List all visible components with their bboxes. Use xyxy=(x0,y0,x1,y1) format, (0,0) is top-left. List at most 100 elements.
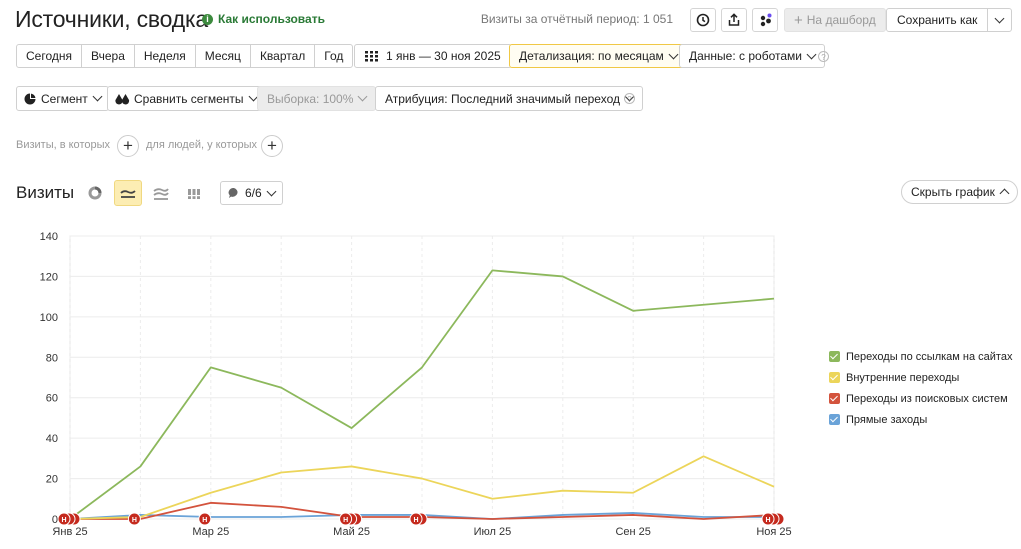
data-robots-dropdown[interactable]: Данные: с роботами xyxy=(679,44,825,68)
period-button[interactable]: Месяц xyxy=(194,44,251,68)
legend-item[interactable]: Внутренние переходы xyxy=(829,367,1012,388)
segment-label: Сегмент xyxy=(41,91,88,106)
x-tick-label: Янв 25 xyxy=(52,526,87,538)
legend-label: Переходы из поисковых систем xyxy=(846,392,1008,405)
chat-bubble-icon xyxy=(228,187,238,198)
chart-type-line[interactable] xyxy=(114,180,142,206)
x-tick-label: Мар 25 xyxy=(192,526,229,538)
add-to-dashboard-button[interactable]: + На дашборд xyxy=(784,8,886,32)
series-selector[interactable]: 6/6 xyxy=(220,181,283,205)
pie-segment-icon xyxy=(24,93,36,104)
attribution-dropdown[interactable]: Атрибуция: Последний значимый переход xyxy=(375,86,643,111)
compare-segments-dropdown[interactable]: Сравнить сегменты xyxy=(107,86,265,111)
annotation-marker-label: Н xyxy=(343,517,348,524)
annotation-marker-label: Н xyxy=(61,517,66,524)
legend-label: Переходы по ссылкам на сайтах xyxy=(846,350,1013,363)
line-chart-icon xyxy=(120,190,136,198)
visits-line-chart: 0 20 40 60 80 100 120 140 Янв 25 Мар 25 Май 25 Июл … xyxy=(40,231,792,538)
annotation-marker-label: Н xyxy=(413,517,418,524)
chevron-down-icon xyxy=(357,91,368,102)
donut-chart-icon xyxy=(88,186,102,200)
page-title: Источники, сводка xyxy=(15,6,208,32)
detail-dropdown[interactable]: Детализация: по месяцам xyxy=(509,44,687,68)
annotation-marker-label: Н xyxy=(202,517,207,524)
detail-label: Детализация: по месяцам xyxy=(519,49,664,63)
legend-checkbox[interactable] xyxy=(829,414,840,425)
series-counter: 6/6 xyxy=(245,186,262,200)
sample-dropdown[interactable]: Выборка: 100% xyxy=(257,86,377,111)
x-tick-label: Ноя 25 xyxy=(756,526,791,538)
save-as-dropdown[interactable] xyxy=(987,8,1013,32)
x-tick-label: Июл 25 xyxy=(474,526,512,538)
y-tick-label: 120 xyxy=(40,271,58,283)
legend-checkbox[interactable] xyxy=(829,393,840,404)
chevron-down-icon xyxy=(266,186,277,196)
chart-legend: Переходы по ссылкам на сайтах Внутренние … xyxy=(829,346,1012,430)
history-button[interactable] xyxy=(690,8,716,32)
attribution-label: Атрибуция: Последний значимый переход xyxy=(385,91,620,106)
period-button[interactable]: Неделя xyxy=(133,44,196,68)
date-range-picker[interactable]: 1 янв — 30 ноя 2025 xyxy=(354,44,512,68)
add-visits-filter-button[interactable]: + xyxy=(117,135,139,157)
legend-item[interactable]: Переходы из поисковых систем xyxy=(829,388,1012,409)
clock-icon xyxy=(696,13,710,27)
assistant-icon xyxy=(760,13,772,27)
chart-type-pie[interactable] xyxy=(81,180,109,206)
chevron-up-icon xyxy=(999,188,1010,199)
period-button[interactable]: Квартал xyxy=(249,44,316,68)
chevron-down-icon xyxy=(806,49,817,59)
add-to-dashboard-label: На дашборд xyxy=(806,13,876,27)
sample-label: Выборка: 100% xyxy=(267,91,354,106)
annotation-marker-label: Н xyxy=(132,517,137,524)
help-icon[interactable]: ? xyxy=(624,93,635,104)
y-tick-label: 60 xyxy=(46,393,58,405)
info-icon: i xyxy=(202,13,213,25)
legend-checkbox[interactable] xyxy=(829,372,840,383)
bar-chart-icon xyxy=(188,188,200,199)
export-button[interactable] xyxy=(721,8,747,32)
hide-chart-label: Скрыть график xyxy=(911,185,995,199)
legend-item[interactable]: Переходы по ссылкам на сайтах xyxy=(829,346,1012,367)
chart-title: Визиты xyxy=(16,183,75,202)
area-chart-icon xyxy=(153,187,169,200)
y-tick-label: 80 xyxy=(46,352,58,364)
y-tick-label: 100 xyxy=(40,312,58,324)
hide-chart-button[interactable]: Скрыть график xyxy=(901,180,1018,204)
x-tick-label: Сен 25 xyxy=(615,526,650,538)
how-to-use-label: Как использовать xyxy=(218,12,325,26)
help-icon[interactable]: ? xyxy=(818,51,829,62)
legend-label: Прямые заходы xyxy=(846,413,928,426)
chevron-down-icon xyxy=(668,49,679,59)
visits-filter-label: Визиты, в которых xyxy=(16,139,110,151)
segment-dropdown[interactable]: Сегмент xyxy=(16,86,109,111)
y-tick-label: 0 xyxy=(52,514,58,526)
data-robots-label: Данные: с роботами xyxy=(689,49,802,63)
assistant-button[interactable] xyxy=(752,8,778,32)
period-button[interactable]: Сегодня xyxy=(16,44,82,68)
chart-type-area[interactable] xyxy=(147,180,175,206)
period-button[interactable]: Вчера xyxy=(81,44,135,68)
date-range-label: 1 янв — 30 ноя 2025 xyxy=(386,49,501,63)
how-to-use-link[interactable]: i Как использовать xyxy=(202,12,325,26)
legend-label: Внутренние переходы xyxy=(846,371,960,384)
visits-period-total: Визиты за отчётный период: 1 051 xyxy=(480,12,673,26)
period-button[interactable]: Год xyxy=(314,44,354,68)
compare-segments-icon xyxy=(115,93,130,104)
save-as-button[interactable]: Сохранить как xyxy=(886,8,989,32)
calendar-icon xyxy=(365,51,378,62)
legend-checkbox[interactable] xyxy=(829,351,840,362)
people-filter-label: для людей, у которых xyxy=(146,139,257,151)
legend-item[interactable]: Прямые заходы xyxy=(829,409,1012,430)
y-tick-label: 140 xyxy=(40,231,58,243)
plus-icon: + xyxy=(794,11,803,29)
chevron-down-icon xyxy=(994,13,1005,23)
save-as-group: Сохранить как xyxy=(886,8,1013,32)
add-people-filter-button[interactable]: + xyxy=(261,135,283,157)
x-tick-label: Май 25 xyxy=(333,526,370,538)
chevron-down-icon xyxy=(92,91,103,102)
compare-segments-label: Сравнить сегменты xyxy=(134,91,244,106)
period-selector: Сегодня Вчера Неделя Месяц Квартал Год xyxy=(16,44,354,68)
y-tick-label: 20 xyxy=(46,474,58,486)
chart-type-bar[interactable] xyxy=(180,180,208,206)
y-tick-label: 40 xyxy=(46,433,58,445)
